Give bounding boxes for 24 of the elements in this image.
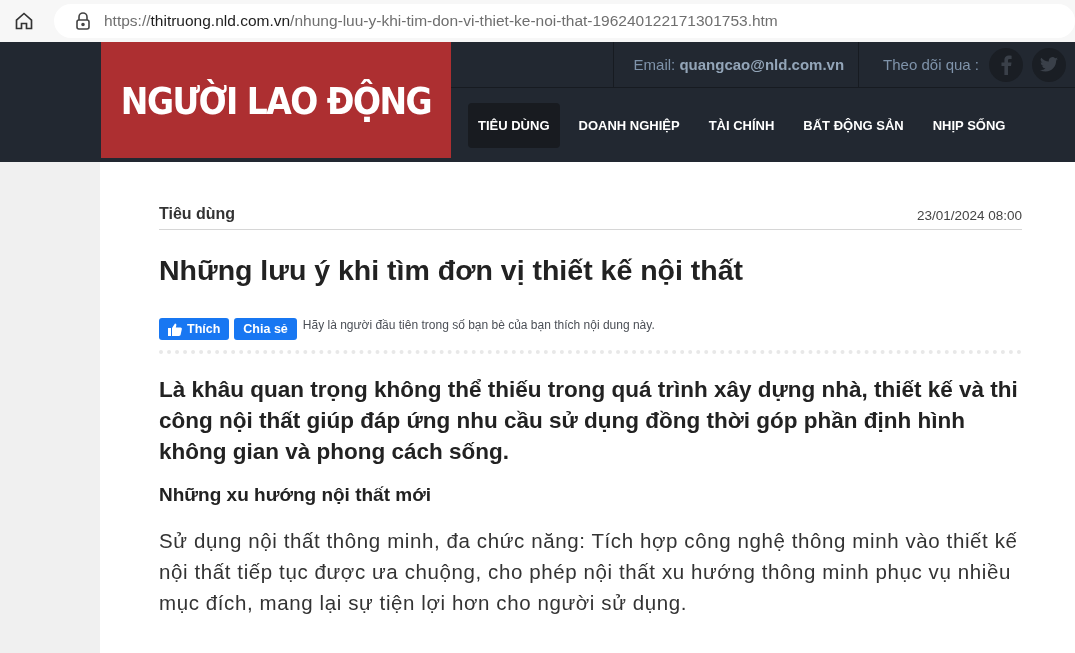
nav-tab[interactable]: DOANH NGHIỆP bbox=[568, 102, 690, 148]
publish-date: 23/01/2024 08:00 bbox=[916, 208, 1022, 223]
article-paragraph: Sử dụng nội thất thông minh, đa chức năng: Tích hợp công nghệ thông minh vào thiết kế nội thất tiếp tục được ưa chuộng, cho phép nội thất xu hướng thông minh phục vụ nhiều mục đích, mang lại sự tiện lợi hơn cho người sử dụng. bbox=[159, 528, 1019, 616]
home-icon[interactable] bbox=[14, 11, 34, 31]
nav-tab[interactable]: TIÊU DÙNG bbox=[468, 102, 560, 148]
nav-tab[interactable]: NHỊP SỐNG bbox=[922, 102, 1016, 148]
lock-icon[interactable] bbox=[76, 12, 90, 30]
facebook-icon bbox=[1000, 54, 1012, 75]
share-button[interactable]: Chia sẻ bbox=[234, 318, 297, 340]
like-button[interactable]: Thích bbox=[159, 318, 230, 340]
nav-tab[interactable]: BẤT ĐỘNG SẢN bbox=[793, 102, 914, 148]
thumbs-up-icon bbox=[168, 322, 182, 336]
contact-email: Email: quangcao@nld.com.vn bbox=[612, 42, 860, 87]
nav-tab[interactable]: TÀI CHÍNH bbox=[698, 102, 785, 148]
address-bar[interactable]: https://thitruong.nld.com.vn/nhung-luu-y-khi-tim-don-vi-thiet-ke-noi-that-196240122171301753.htm bbox=[54, 4, 1075, 38]
article-title: Những lưu ý khi tìm đơn vị thiết kế nội thất bbox=[159, 254, 745, 287]
social-note: Hãy là người đầu tiên trong số bạn bè của bạn thích nội dung này. bbox=[302, 318, 656, 333]
twitter-icon bbox=[1040, 57, 1058, 72]
follow-label: Theo dõi qua : bbox=[883, 56, 979, 73]
url-text: https://thitruong.nld.com.vn/nhung-luu-y-khi-tim-don-vi-thiet-ke-noi-that-196240122171301753.htm bbox=[104, 12, 778, 30]
site-logo[interactable]: NGƯỜI LAO ĐỘNG bbox=[101, 42, 451, 158]
article-lead: Là khâu quan trọng không thể thiếu trong quá trình xây dựng nhà, thiết kế và thi công nội thất giúp đáp ứng nhu cầu sử dụng đồng thời góp phần định hình không gian và phong cách sống. bbox=[159, 376, 1019, 466]
section-heading: Những xu hướng nội thất mới bbox=[159, 484, 432, 506]
category-link[interactable]: Tiêu dùng bbox=[159, 205, 236, 223]
